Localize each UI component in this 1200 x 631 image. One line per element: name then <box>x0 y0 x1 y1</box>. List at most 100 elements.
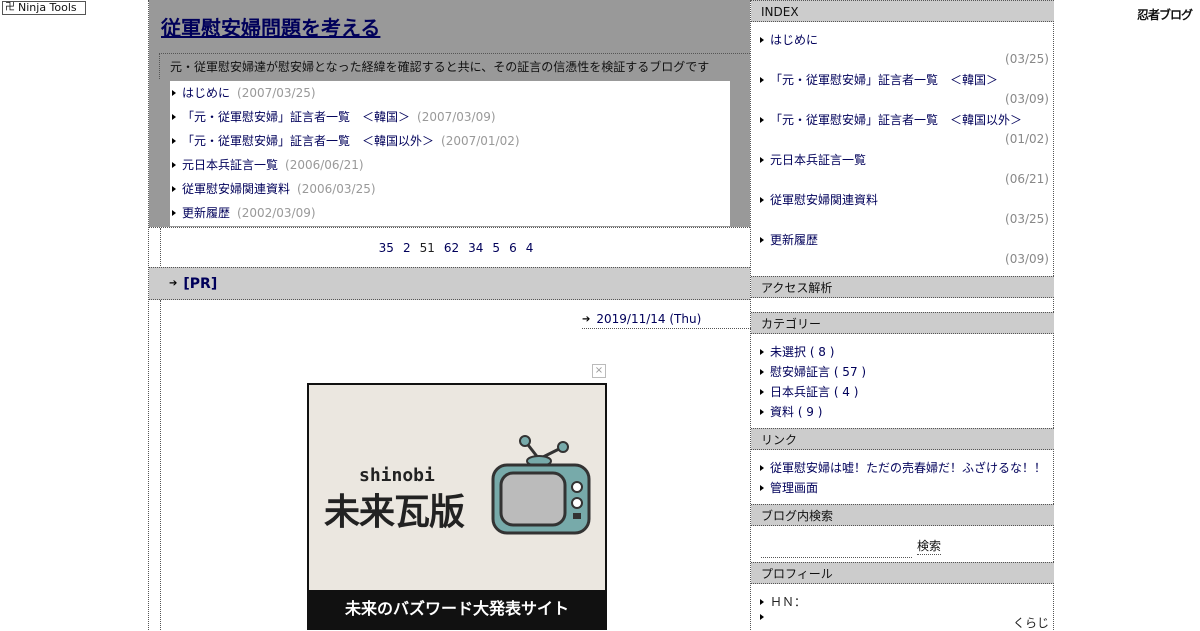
index-item-link[interactable]: 元日本兵証言一覧 <box>770 152 866 168</box>
recent-entry-date: (2007/01/02) <box>441 134 520 148</box>
current-page: 51 <box>419 241 435 255</box>
index-item-link[interactable]: 更新履歴 <box>770 232 818 248</box>
bullet-icon <box>760 157 764 163</box>
bullet-icon <box>172 162 176 168</box>
admin-link[interactable]: 管理画面 <box>770 480 818 496</box>
category-item: 未選択 ( 8 ) <box>760 344 834 360</box>
index-heading: INDEX <box>751 0 1054 22</box>
bullet-icon <box>172 210 176 216</box>
ninja-blog-logo[interactable]: 忍者ブログ <box>1137 6 1193 23</box>
recent-entry-link[interactable]: 「元・従軍慰安婦」証言者一覧 ＜韓国以外＞ <box>182 129 434 153</box>
links-heading: リンク <box>751 428 1054 450</box>
bullet-icon <box>172 138 176 144</box>
bullet-icon <box>760 117 764 123</box>
recent-entry-date: (2007/03/09) <box>417 110 496 124</box>
bullet-icon <box>760 485 764 491</box>
bullet-icon <box>172 186 176 192</box>
index-item: 更新履歴 <box>760 232 818 248</box>
index-item-link[interactable]: 「元・従軍慰安婦」証言者一覧 ＜韓国＞ <box>770 72 998 88</box>
bullet-icon <box>760 409 764 415</box>
index-item: 従軍慰安婦関連資料 <box>760 192 878 208</box>
profile-hn-row <box>760 614 770 620</box>
ad-close-button[interactable]: × <box>592 364 606 378</box>
recent-entries-list: はじめに (2007/03/25) 「元・従軍慰安婦」証言者一覧 ＜韓国＞ (200… <box>170 81 730 226</box>
bullet-icon <box>760 369 764 375</box>
profile-hn-value: くらじ <box>1012 616 1049 630</box>
page-link[interactable]: 35 <box>379 241 394 255</box>
index-item-link[interactable]: はじめに <box>770 32 818 48</box>
recent-entry: 元日本兵証言一覧 (2006/06/21) <box>172 153 364 177</box>
ninja-tools-button[interactable]: 卍 Ninja Tools <box>2 1 86 15</box>
arrow-right-icon: ➔ <box>582 313 591 325</box>
entry-body: ➔ 2019/11/14 (Thu) × shinobi 未来瓦版 未来のバズワ… <box>160 300 751 630</box>
page-link[interactable]: 62 <box>444 241 459 255</box>
ad-tagline: 未来のバズワード大発表サイト <box>309 590 605 628</box>
recent-entry-link[interactable]: 更新履歴 <box>182 201 230 225</box>
bullet-icon <box>172 90 176 96</box>
recent-entry: 更新履歴 (2002/03/09) <box>172 201 316 225</box>
index-item-date: (03/09) <box>1005 92 1049 106</box>
page-link[interactable]: 5 <box>492 241 500 255</box>
index-item-date: (01/02) <box>1005 132 1049 146</box>
external-link[interactable]: 従軍慰安婦は嘘！ただの売春婦だ！ふざけるな！！ <box>770 460 1046 476</box>
page-link[interactable]: 34 <box>468 241 483 255</box>
profile-hn-label: ＨＮ： <box>770 595 807 609</box>
bullet-icon <box>760 237 764 243</box>
link-item: 従軍慰安婦は嘘！ただの売春婦だ！ふざけるな！！ <box>760 460 1046 476</box>
access-heading: アクセス解析 <box>751 276 1054 298</box>
index-item: 元日本兵証言一覧 <box>760 152 866 168</box>
recent-entry-link[interactable]: はじめに <box>182 81 230 105</box>
category-link[interactable]: 慰安婦証言 ( 57 ) <box>770 364 866 380</box>
pagination: 35 2 51 62 34 5 6 4 <box>149 227 750 268</box>
recent-entry-link[interactable]: 「元・従軍慰安婦」証言者一覧 ＜韓国＞ <box>182 105 410 129</box>
ad-banner[interactable]: shinobi 未来瓦版 未来のバズワード大発表サイト <box>307 383 607 630</box>
sidebar: INDEX はじめに (03/25) 「元・従軍慰安婦」証言者一覧 ＜韓国＞ (… <box>750 0 1054 630</box>
blog-title-link[interactable]: 従軍慰安婦問題を考える <box>161 12 380 41</box>
tv-icon <box>491 435 591 535</box>
pr-link[interactable]: [PR] <box>183 276 217 292</box>
search-input[interactable] <box>761 537 912 558</box>
category-link[interactable]: 未選択 ( 8 ) <box>770 344 834 360</box>
bullet-icon <box>760 349 764 355</box>
recent-entry: 「元・従軍慰安婦」証言者一覧 ＜韓国＞ (2007/03/09) <box>172 105 496 129</box>
search-heading: ブログ内検索 <box>751 504 1054 526</box>
link-item: 管理画面 <box>760 480 818 496</box>
recent-entry-date: (2006/03/25) <box>297 182 376 196</box>
page-wrapper: 従軍慰安婦問題を考える 元・従軍慰安婦達が慰安婦となった経緯を確認すると共に、そ… <box>148 0 1054 630</box>
blog-description: 元・従軍慰安婦達が慰安婦となった経緯を確認すると共に、その証言の信憑性を検証する… <box>159 53 750 79</box>
bullet-icon <box>172 114 176 120</box>
main-column: 従軍慰安婦問題を考える 元・従軍慰安婦達が慰安婦となった経緯を確認すると共に、そ… <box>149 0 751 630</box>
recent-entry-date: (2007/03/25) <box>237 86 316 100</box>
category-link[interactable]: 日本兵証言 ( 4 ) <box>770 384 858 400</box>
recent-entry: 従軍慰安婦関連資料 (2006/03/25) <box>172 177 376 201</box>
index-item-link[interactable]: 「元・従軍慰安婦」証言者一覧 ＜韓国以外＞ <box>770 112 1022 128</box>
index-item: 「元・従軍慰安婦」証言者一覧 ＜韓国以外＞ <box>760 112 1022 128</box>
bullet-icon <box>760 37 764 43</box>
category-item: 慰安婦証言 ( 57 ) <box>760 364 866 380</box>
bullet-icon <box>760 77 764 83</box>
recent-entry: はじめに (2007/03/25) <box>172 81 316 105</box>
profile-heading: プロフィール <box>751 562 1054 584</box>
index-item: はじめに <box>760 32 818 48</box>
index-item-date: (03/25) <box>1005 52 1049 66</box>
entry-date-link[interactable]: 2019/11/14 (Thu) <box>596 312 701 326</box>
profile-hn: ＨＮ： <box>760 594 806 610</box>
page-link[interactable]: 2 <box>403 241 411 255</box>
bullet-icon <box>760 465 764 471</box>
recent-entry-date: (2006/06/21) <box>285 158 364 172</box>
entry-date-row: ➔ 2019/11/14 (Thu) <box>582 310 751 329</box>
search-button[interactable]: 検索 <box>917 536 941 555</box>
recent-entry-date: (2002/03/09) <box>237 206 316 220</box>
recent-entry: 「元・従軍慰安婦」証言者一覧 ＜韓国以外＞ (2007/01/02) <box>172 129 520 153</box>
page-link[interactable]: 4 <box>526 241 534 255</box>
index-item-date: (06/21) <box>1005 172 1049 186</box>
bullet-icon <box>760 197 764 203</box>
page-link[interactable]: 6 <box>509 241 517 255</box>
index-item-link[interactable]: 従軍慰安婦関連資料 <box>770 192 878 208</box>
recent-entry-link[interactable]: 従軍慰安婦関連資料 <box>182 177 290 201</box>
category-link[interactable]: 資料 ( 9 ) <box>770 404 822 420</box>
ninja-tools-label: Ninja Tools <box>18 1 77 14</box>
recent-entry-link[interactable]: 元日本兵証言一覧 <box>182 153 278 177</box>
ad-title: 未来瓦版 <box>324 492 465 533</box>
bullet-icon <box>760 389 764 395</box>
